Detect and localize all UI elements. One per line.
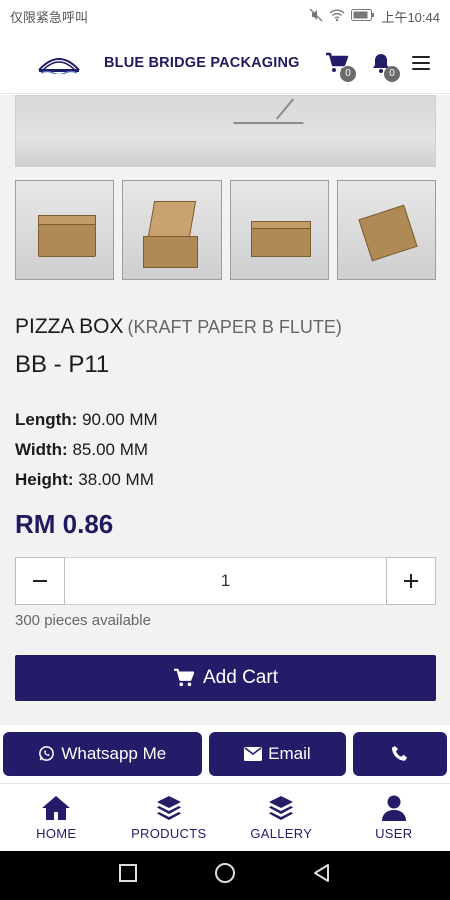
product-code: BB - P11 (15, 351, 110, 378)
spec-row: Length: 90.00 MM (15, 405, 158, 435)
whatsapp-label: Whatsapp Me (61, 743, 167, 763)
layers-icon (156, 796, 181, 820)
bottom-navigation: HOME PRODUCTS GALLERY USER (0, 783, 450, 851)
spec-value: 85.00 MM (72, 440, 149, 459)
back-triangle-icon (314, 864, 329, 882)
product-name: PIZZA BOX (15, 315, 124, 338)
wifi-icon (329, 8, 345, 25)
notification-count-badge: 0 (384, 65, 400, 82)
quantity-stepper: 1 (15, 556, 436, 605)
mute-icon (309, 8, 323, 25)
spec-value: 90.00 MM (82, 410, 158, 429)
add-cart-button[interactable]: Add Cart (15, 655, 436, 701)
whatsapp-button[interactable]: Whatsapp Me (3, 731, 202, 776)
spec-label: Height: (15, 470, 74, 489)
phone-icon (392, 745, 408, 761)
main-product-image[interactable] (15, 95, 436, 167)
spec-label: Width: (15, 440, 68, 459)
product-variant: (KRAFT PAPER B FLUTE) (127, 317, 342, 337)
thumbnail-4[interactable] (336, 180, 436, 280)
clock: 上午10:44 (381, 9, 440, 25)
cart-icon (174, 668, 195, 687)
nav-label: PRODUCTS (131, 826, 207, 841)
email-button[interactable]: Email (208, 731, 347, 776)
layers-icon (269, 796, 294, 820)
stock-availability: 300 pieces available (15, 612, 151, 629)
square-icon (119, 864, 137, 882)
image-thumbnails (15, 180, 436, 280)
home-icon (42, 796, 71, 820)
thumbnail-1[interactable] (15, 180, 115, 280)
nav-item-gallery[interactable]: GALLERY (225, 784, 338, 851)
menu-icon-bar (412, 61, 430, 64)
thumbnail-3[interactable] (229, 180, 329, 280)
status-icons: 上午10:44 (309, 7, 440, 26)
increase-quantity-button[interactable] (386, 556, 436, 605)
recents-button[interactable] (118, 863, 138, 888)
product-detail: PIZZA BOX (KRAFT PAPER B FLUTE) BB - P11 … (0, 95, 450, 725)
decrease-quantity-button[interactable] (15, 556, 65, 605)
back-button[interactable] (312, 863, 332, 888)
system-navigation-bar (0, 851, 450, 900)
plus-icon (404, 573, 418, 588)
carrier-text: 仅限紧急呼叫 (10, 9, 89, 25)
spec-row: Width: 85.00 MM (15, 435, 158, 465)
menu-button[interactable] (412, 55, 430, 70)
battery-icon (351, 8, 375, 24)
thumbnail-2[interactable] (122, 180, 222, 280)
product-price: RM 0.86 (15, 509, 114, 539)
spec-label: Length: (15, 410, 78, 429)
envelope-icon (244, 746, 263, 761)
nav-item-products[interactable]: PRODUCTS (113, 784, 226, 851)
cart-count-badge: 0 (340, 65, 356, 82)
product-title: PIZZA BOX (KRAFT PAPER B FLUTE) (15, 315, 342, 339)
nav-item-home[interactable]: HOME (0, 784, 113, 851)
nav-label: GALLERY (250, 826, 313, 841)
add-cart-label: Add Cart (203, 667, 278, 688)
cart-button[interactable]: 0 (324, 50, 356, 82)
menu-icon-bar (412, 67, 430, 70)
nav-label: USER (375, 826, 413, 841)
minus-icon (33, 579, 47, 582)
notification-button[interactable]: 0 (368, 50, 400, 82)
circle-icon (215, 863, 235, 883)
spec-row: Height: 38.00 MM (15, 465, 158, 495)
status-bar: 仅限紧急呼叫 上午10:44 (0, 0, 450, 32)
quantity-input[interactable]: 1 (65, 571, 386, 591)
product-specs: Length: 90.00 MM Width: 85.00 MM Height:… (15, 405, 158, 495)
nav-label: HOME (36, 826, 77, 841)
brand-logo[interactable] (37, 52, 81, 75)
nav-item-user[interactable]: USER (338, 784, 450, 851)
menu-icon-bar (412, 55, 430, 58)
whatsapp-icon (39, 746, 55, 761)
call-button[interactable] (353, 731, 447, 776)
home-system-button[interactable] (214, 862, 236, 889)
brand-name: BLUE BRIDGE PACKAGING (104, 54, 300, 71)
contact-bar: Whatsapp Me Email (0, 725, 450, 782)
user-icon (381, 795, 406, 821)
spec-value: 38.00 MM (78, 470, 154, 489)
email-label: Email (268, 743, 311, 763)
app-header: BLUE BRIDGE PACKAGING 0 0 (0, 32, 450, 94)
